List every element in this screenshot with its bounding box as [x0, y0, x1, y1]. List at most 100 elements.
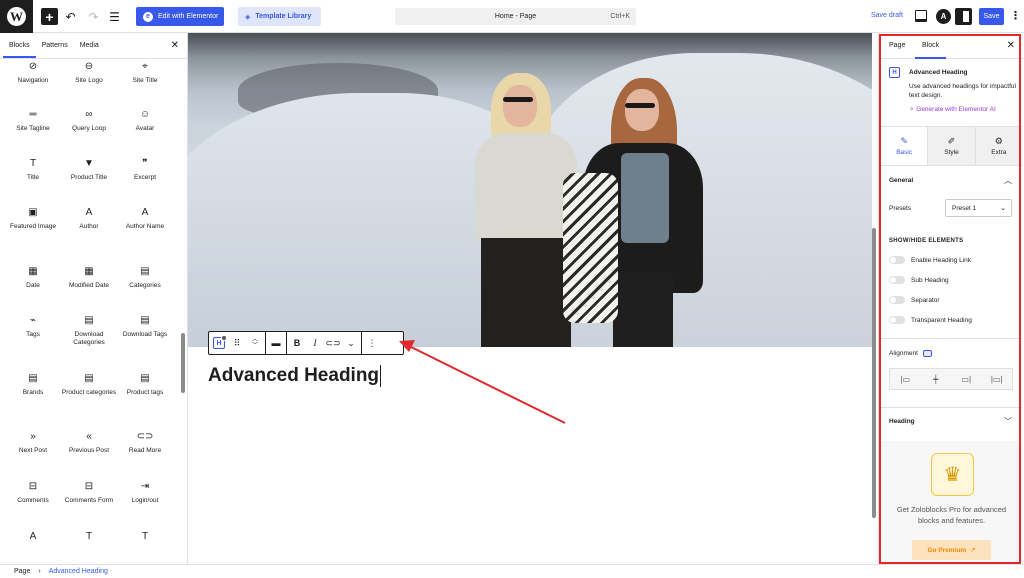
- save-button[interactable]: Save: [979, 8, 1004, 25]
- ai-assistant-icon[interactable]: A: [936, 9, 951, 24]
- hero-face-right: [625, 89, 659, 131]
- block-options-icon[interactable]: ⋮: [366, 336, 378, 350]
- block-item[interactable]: ▤ Product categories: [61, 372, 117, 397]
- chevron-down-icon[interactable]: ⌄: [345, 336, 357, 350]
- go-premium-button[interactable]: Go Premium ↗: [912, 540, 991, 560]
- tab-page[interactable]: Page: [889, 33, 905, 59]
- block-item[interactable]: ▤ Product tags: [117, 372, 173, 397]
- block-item-icon: ⌖: [142, 61, 148, 72]
- close-inserter-icon[interactable]: ✕: [171, 40, 179, 51]
- wordpress-logo-button[interactable]: W: [0, 0, 33, 33]
- block-item-label: Product Title: [70, 174, 108, 181]
- canvas-scrollbar[interactable]: [872, 228, 876, 518]
- block-item-icon: ⊟: [84, 481, 94, 492]
- edit-with-elementor-button[interactable]: e Edit with Elementor: [136, 7, 224, 26]
- tab-block[interactable]: Block: [915, 33, 946, 59]
- tab-extra[interactable]: ⚙ Extra: [974, 127, 1022, 165]
- block-item-label: Excerpt: [133, 174, 157, 181]
- block-toolbar: H ⠿ ︿ ﹀ ▬ B I ⊂⊃ ⌄ ⋮: [208, 331, 404, 355]
- breadcrumb-page[interactable]: Page: [14, 568, 30, 575]
- chevron-up-icon[interactable]: ︿: [1004, 175, 1012, 186]
- block-item[interactable]: ⊘ Navigation: [5, 60, 61, 85]
- toggle-row-sub-heading[interactable]: Sub Heading: [889, 276, 949, 284]
- add-block-button[interactable]: +: [41, 8, 58, 25]
- block-item[interactable]: T: [61, 530, 117, 547]
- toggle-row-transparent-heading[interactable]: Transparent Heading: [889, 316, 972, 324]
- align-center-icon[interactable]: ┿: [921, 369, 952, 389]
- tab-blocks[interactable]: Blocks: [3, 33, 36, 58]
- block-item[interactable]: A Author Name: [117, 206, 173, 231]
- block-item[interactable]: « Previous Post: [61, 430, 117, 455]
- toggle-switch[interactable]: [889, 276, 905, 284]
- block-item[interactable]: ∞ Query Loop: [61, 108, 117, 133]
- close-settings-icon[interactable]: ✕: [1007, 40, 1015, 51]
- block-item[interactable]: ⌁ Tags: [5, 314, 61, 339]
- tab-style[interactable]: ✐ Style: [927, 127, 975, 165]
- toggle-switch[interactable]: [889, 316, 905, 324]
- block-item[interactable]: T: [117, 530, 173, 547]
- move-up-down-icon[interactable]: ︿ ﹀: [249, 336, 261, 350]
- block-item[interactable]: ▤ Categories: [117, 265, 173, 290]
- bold-button[interactable]: B: [291, 336, 303, 350]
- block-item-icon: ⊘: [28, 61, 38, 72]
- presets-select[interactable]: Preset 1 ⌄: [945, 199, 1012, 217]
- block-item[interactable]: ⊖ Site Logo: [61, 60, 117, 85]
- block-item[interactable]: ▤ Download Tags: [117, 314, 173, 339]
- chevron-down-icon[interactable]: ﹀: [1004, 416, 1012, 427]
- toggle-switch[interactable]: [889, 296, 905, 304]
- block-item[interactable]: ⊂⊃ Read More: [117, 430, 173, 455]
- align-icon[interactable]: ▬: [270, 336, 282, 350]
- block-item[interactable]: ▦ Date: [5, 265, 61, 290]
- general-section-title[interactable]: General: [889, 177, 913, 184]
- block-item[interactable]: ⊟ Comments: [5, 480, 61, 505]
- block-item[interactable]: ❞ Excerpt: [117, 157, 173, 182]
- tab-media[interactable]: Media: [74, 33, 105, 58]
- drag-handle-icon[interactable]: ⠿: [231, 336, 243, 350]
- block-item[interactable]: ▤ Brands: [5, 372, 61, 397]
- settings-sidebar-toggle-icon[interactable]: [955, 8, 972, 25]
- heading-block-icon[interactable]: H: [213, 335, 227, 349]
- heading-section-title[interactable]: Heading: [889, 418, 915, 425]
- block-item[interactable]: ☺ Avatar: [117, 108, 173, 133]
- block-item[interactable]: ═ Site Tagline: [5, 108, 61, 133]
- save-draft-button[interactable]: Save draft: [871, 12, 903, 19]
- inserter-scrollbar[interactable]: [181, 333, 185, 393]
- tab-basic[interactable]: ✎ Basic: [881, 127, 928, 165]
- toggle-row-heading-link[interactable]: Enable Heading Link: [889, 256, 971, 264]
- align-right-icon[interactable]: ▭|: [951, 369, 982, 389]
- block-item[interactable]: A Author: [61, 206, 117, 231]
- responsive-monitor-icon[interactable]: [922, 350, 932, 357]
- block-item[interactable]: ▤ Download Categories: [61, 314, 117, 347]
- options-more-icon[interactable]: ⋮: [1010, 9, 1021, 24]
- tab-patterns[interactable]: Patterns: [36, 33, 74, 58]
- undo-icon[interactable]: ↶: [62, 8, 79, 25]
- block-item-icon: A: [85, 207, 93, 218]
- advanced-heading-text[interactable]: Advanced Heading: [208, 365, 382, 387]
- generate-with-ai-link[interactable]: ✧ Generate with Elementor AI: [909, 105, 996, 113]
- block-item-label: Comments Form: [64, 497, 114, 504]
- block-item[interactable]: ▦ Modified Date: [61, 265, 117, 290]
- template-library-button[interactable]: ◈ Template Library: [238, 7, 321, 26]
- link-icon[interactable]: ⊂⊃: [325, 336, 340, 350]
- block-item[interactable]: A: [5, 530, 61, 547]
- hero-image[interactable]: [188, 33, 872, 347]
- italic-button[interactable]: I: [309, 336, 321, 350]
- block-item[interactable]: » Next Post: [5, 430, 61, 455]
- hero-sunglasses-left: [503, 97, 533, 102]
- redo-icon[interactable]: ↷: [85, 8, 102, 25]
- block-item[interactable]: T Title: [5, 157, 61, 182]
- breadcrumb-advanced-heading[interactable]: Advanced Heading: [49, 568, 108, 575]
- block-item[interactable]: ⊟ Comments Form: [61, 480, 117, 505]
- toggle-row-separator[interactable]: Separator: [889, 296, 940, 304]
- annotation-arrow-head: [399, 340, 415, 352]
- align-justify-icon[interactable]: |▭|: [982, 369, 1013, 389]
- block-item[interactable]: ▼ Product Title: [61, 157, 117, 182]
- device-preview-icon[interactable]: [915, 10, 927, 22]
- block-item[interactable]: ⇥ Login/out: [117, 480, 173, 505]
- block-item[interactable]: ⌖ Site Title: [117, 60, 173, 85]
- block-item[interactable]: ▣ Featured Image: [5, 206, 61, 231]
- command-palette-button[interactable]: Home - Page Ctrl+K: [395, 8, 636, 25]
- toggle-switch[interactable]: [889, 256, 905, 264]
- document-overview-icon[interactable]: ☰: [106, 8, 123, 25]
- align-left-icon[interactable]: |▭: [890, 369, 921, 389]
